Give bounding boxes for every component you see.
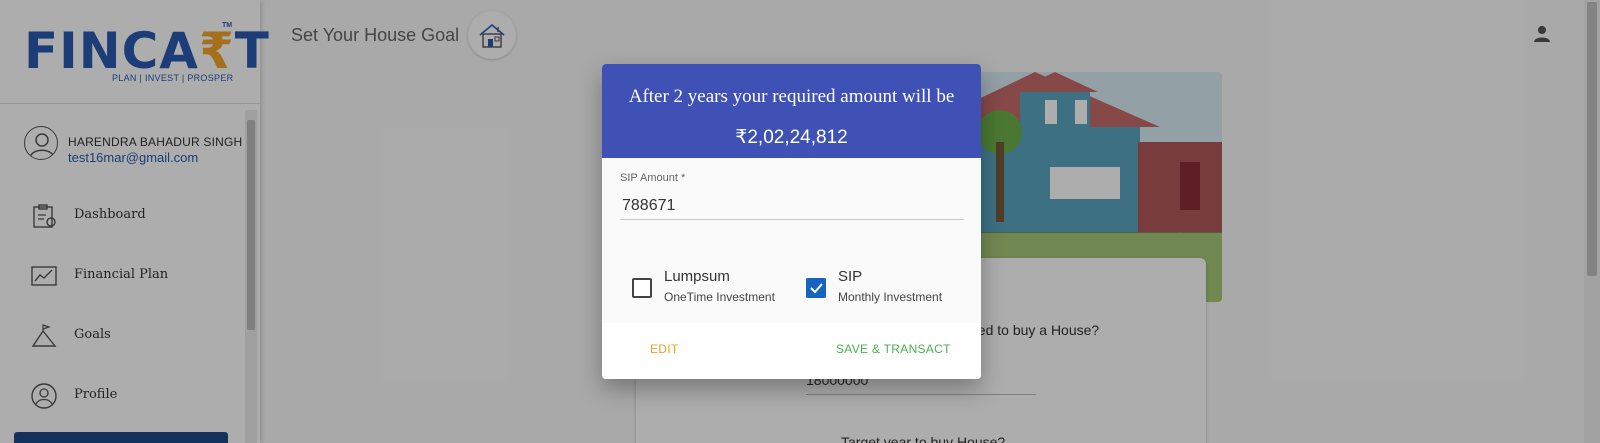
sip-subtitle: Monthly Investment <box>838 290 943 304</box>
dialog-title: After 2 years your required amount will … <box>628 86 955 107</box>
required-amount: ₹2,02,24,812 <box>735 127 848 148</box>
edit-button[interactable]: EDIT <box>642 338 687 360</box>
lumpsum-option[interactable]: Lumpsum OneTime Investment <box>632 268 792 308</box>
required-amount-dialog: After 2 years your required amount will … <box>602 64 981 379</box>
dialog-header: After 2 years your required amount will … <box>602 64 981 158</box>
sip-title: SIP <box>838 268 863 285</box>
sip-amount-input[interactable] <box>620 192 964 220</box>
sip-checkbox[interactable] <box>806 278 826 298</box>
check-icon <box>810 283 823 294</box>
lumpsum-checkbox[interactable] <box>632 278 652 298</box>
sip-amount-label: SIP Amount * <box>620 172 686 184</box>
dialog-actions: EDIT SAVE & TRANSACT <box>602 323 981 379</box>
lumpsum-subtitle: OneTime Investment <box>664 290 775 304</box>
save-transact-button[interactable]: SAVE & TRANSACT <box>828 338 959 360</box>
sip-option[interactable]: SIP Monthly Investment <box>806 268 956 308</box>
lumpsum-title: Lumpsum <box>664 268 730 285</box>
